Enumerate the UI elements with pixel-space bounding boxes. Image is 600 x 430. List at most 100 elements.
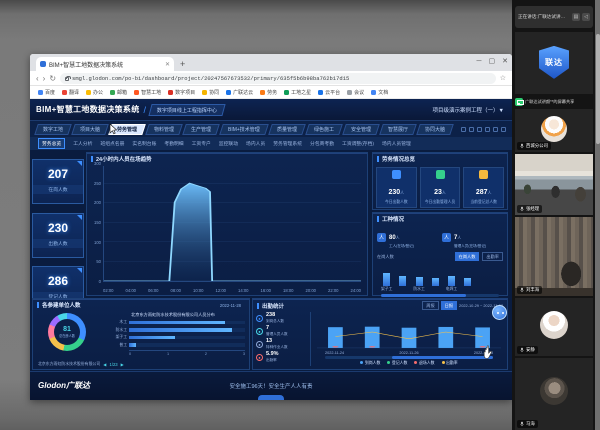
trend-area-svg: [104, 166, 361, 281]
tool-icon[interactable]: [501, 127, 506, 132]
bookmark-item[interactable]: 云平台: [318, 89, 340, 96]
bookmarks-bar: 百度 翻译 办公 邮箱 智慧工地 数字项目 协同 广联达云 劳务 工地之星 云平…: [30, 86, 512, 99]
nav-tab[interactable]: 生产管理: [182, 124, 220, 135]
person-icon: 人: [377, 233, 386, 242]
pager-next-icon[interactable]: ▶: [121, 362, 124, 367]
bookmark-item[interactable]: 数字项目: [168, 89, 195, 96]
panel-date: 2022-11-28: [220, 303, 245, 308]
subnav-item[interactable]: 工人分析: [73, 140, 92, 147]
nav-tab[interactable]: 安全管理: [342, 124, 380, 135]
mouse-cursor-icon: [109, 123, 118, 135]
screen-share-indicator: 广联达试讲颜**的屏幕共享: [515, 96, 593, 107]
nav-tab[interactable]: 智慧展厅: [379, 124, 417, 135]
forward-icon[interactable]: ›: [43, 72, 46, 85]
avatar: [541, 116, 567, 142]
tool-icon[interactable]: [485, 127, 490, 132]
nav-tab[interactable]: 物料管理: [145, 124, 183, 135]
avatar: [540, 311, 568, 339]
subnav-item[interactable]: 考勤明细: [164, 140, 183, 147]
dashboard-logo: BIM+智慧工地数据决策系统: [36, 104, 140, 115]
participant-tile[interactable]: 安静: [515, 298, 593, 356]
tool-icon[interactable]: [461, 127, 466, 132]
screen-share-label: 广联达试讲颜**的屏幕共享: [525, 99, 574, 105]
bookmark-item[interactable]: 劳务: [260, 89, 277, 96]
subnav-item[interactable]: 工资专户: [192, 140, 211, 147]
tool-icon[interactable]: [493, 127, 498, 132]
bookmark-item[interactable]: 翻译: [62, 89, 79, 96]
subnav-item[interactable]: 劳务管理系统: [273, 140, 302, 147]
tool-icon[interactable]: [469, 127, 474, 132]
trend-plot: [103, 166, 361, 282]
subnav-item[interactable]: 场内人员: [246, 140, 265, 147]
worktype-stat: 人 80人 工人(在场/登记): [377, 226, 438, 249]
bookmark-item[interactable]: 邮箱: [110, 89, 127, 96]
company-name: 北京东方雨虹防水技术股份有限公司: [38, 361, 100, 367]
meeting-window: BIM+智慧工地数据决策系统 ✕ + ─ ▢ ✕ ‹ › ↻ smgl.glod…: [0, 0, 600, 430]
nav-tab[interactable]: 数字工地: [34, 124, 72, 135]
new-tab-button[interactable]: +: [180, 57, 185, 71]
bookmark-item[interactable]: 智慧工地: [134, 89, 161, 96]
hand-cursor-icon: [482, 345, 495, 360]
address-field[interactable]: smgl.glodon.com/po-bi/dashboard/project/…: [60, 73, 496, 84]
bookmark-item[interactable]: 广联达云: [226, 89, 253, 96]
participant-tile[interactable]: 马海: [515, 358, 593, 430]
bookmark-item[interactable]: 工地之星: [284, 89, 311, 96]
toggle-daily[interactable]: 日报: [441, 301, 457, 310]
subnav-item[interactable]: 分包商考勤: [310, 140, 334, 147]
worktype-scrollbar[interactable]: [381, 294, 499, 297]
presenter-tile[interactable]: 联达: [515, 32, 593, 94]
maximize-icon[interactable]: ▢: [489, 55, 496, 69]
assistant-robot-button[interactable]: [492, 305, 507, 320]
tool-icon[interactable]: [477, 127, 482, 132]
worktype-row-label: 在岗人数: [377, 254, 394, 260]
bookmark-item[interactable]: 百度: [38, 89, 55, 96]
bookmark-icon: [202, 90, 207, 95]
toggle-attendance-rate[interactable]: 出勤率: [482, 252, 503, 261]
participant-tile[interactable]: 西城分公司: [515, 109, 593, 152]
bookmark-item[interactable]: 文档: [371, 89, 388, 96]
nav-tab[interactable]: BIM+技术管理: [219, 124, 268, 135]
nav-tab[interactable]: 质量管理: [268, 124, 306, 135]
browser-window: BIM+智慧工地数据决策系统 ✕ + ─ ▢ ✕ ‹ › ↻ smgl.glod…: [30, 54, 512, 400]
mic-icon: [520, 347, 524, 353]
bookmark-icon: [371, 90, 376, 95]
project-selector[interactable]: 项目级演示案例工程（一）▼: [433, 106, 504, 114]
pager-prev-icon[interactable]: ◀: [103, 362, 106, 367]
bookmark-star-icon[interactable]: ☆: [500, 74, 506, 82]
sidebar-scrollbar[interactable]: [595, 0, 600, 430]
bookmark-item[interactable]: 会议: [347, 89, 364, 96]
shared-desktop: BIM+智慧工地数据决策系统 ✕ + ─ ▢ ✕ ‹ › ↻ smgl.glod…: [0, 0, 512, 430]
attendance-scrollbar[interactable]: [325, 356, 493, 359]
subnav-item[interactable]: 场内人员管理: [382, 140, 411, 147]
volume-icon[interactable]: ◁: [582, 13, 590, 21]
mic-icon: [520, 287, 524, 293]
layout-grid-icon[interactable]: ▤: [572, 13, 580, 21]
nav-tab[interactable]: 项目大脑: [71, 124, 109, 135]
attendance-stat: ● 7管理人员人数: [256, 326, 307, 337]
nav-tab[interactable]: 绿色施工: [305, 124, 343, 135]
nav-tab[interactable]: 协同大脑: [416, 124, 454, 135]
tab-close-icon[interactable]: ✕: [165, 61, 170, 68]
browser-tab[interactable]: BIM+智慧工地数据决策系统 ✕: [36, 57, 174, 71]
url-text[interactable]: smgl.glodon.com/po-bi/dashboard/project/…: [72, 75, 349, 82]
participant-tile[interactable]: 张经理: [515, 154, 593, 215]
subnav-item[interactable]: 实名制台账: [132, 140, 156, 147]
subnav-item[interactable]: 工资调整(存档): [342, 140, 374, 147]
minimize-icon[interactable]: ─: [477, 55, 482, 69]
safety-slogan: 安全施工96天！安全生产人人有责: [30, 382, 512, 390]
toggle-on-duty[interactable]: 在岗人数: [455, 252, 480, 261]
subnav-item[interactable]: 班组点名册: [100, 140, 124, 147]
participant-name: 马海: [526, 421, 535, 427]
toggle-weekly[interactable]: 周报: [422, 301, 438, 310]
bookmark-icon: [168, 90, 173, 95]
close-icon[interactable]: ✕: [502, 55, 508, 69]
reload-icon[interactable]: ↻: [49, 72, 56, 85]
back-icon[interactable]: ‹: [36, 72, 39, 85]
participant-tile[interactable]: 刘丰海: [515, 217, 593, 296]
footer-pull-tab[interactable]: [258, 395, 284, 400]
bookmark-item[interactable]: 办公: [86, 89, 103, 96]
subnav-item-active[interactable]: 劳务总览: [38, 138, 65, 149]
panel-title: 劳务情况总览: [373, 153, 507, 165]
bookmark-item[interactable]: 协同: [202, 89, 219, 96]
subnav-item[interactable]: 监控联动: [219, 140, 238, 147]
